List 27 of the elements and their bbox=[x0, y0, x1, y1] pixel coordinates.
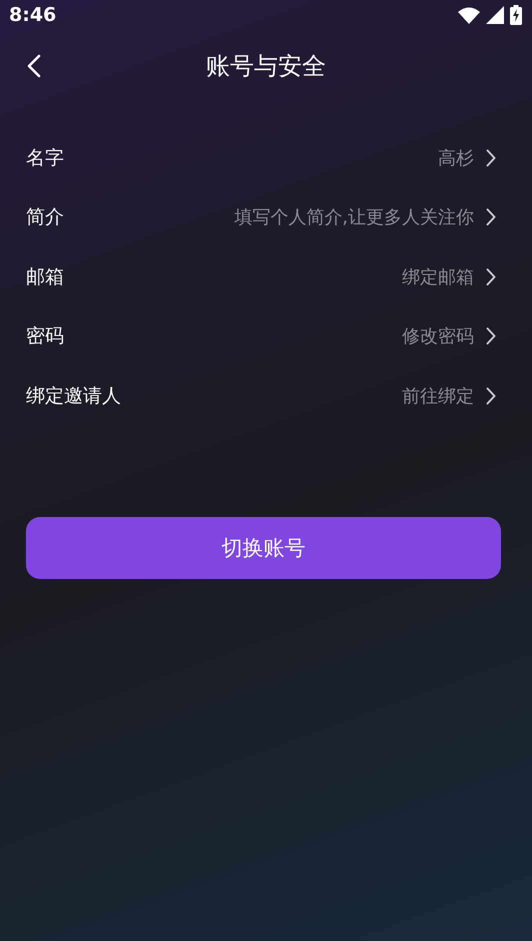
settings-row[interactable]: 简介 填写个人简介,让更多人关注你 bbox=[0, 188, 532, 247]
row-value: 修改密码 bbox=[402, 325, 474, 348]
chevron-icon bbox=[486, 148, 496, 167]
wifi-icon bbox=[458, 6, 480, 24]
page-title: 账号与安全 bbox=[206, 51, 326, 82]
switch-account-button[interactable]: 切换账号 bbox=[26, 516, 501, 578]
chevron-icon bbox=[486, 327, 496, 346]
status-time: 8:46 bbox=[9, 4, 56, 26]
chevron-icon bbox=[486, 208, 496, 226]
settings-row[interactable]: 邮箱 绑定邮箱 bbox=[0, 247, 532, 306]
row-label: 名字 bbox=[26, 146, 64, 171]
signal-icon bbox=[486, 6, 504, 24]
chevron-icon bbox=[486, 268, 496, 286]
settings-row[interactable]: 名字 高杉 bbox=[0, 128, 532, 188]
battery-icon bbox=[510, 5, 522, 25]
row-label: 密码 bbox=[26, 324, 64, 350]
settings-row[interactable]: 绑定邀请人 前往绑定 bbox=[0, 366, 532, 426]
row-label: 绑定邀请人 bbox=[26, 384, 121, 409]
row-value: 填写个人简介,让更多人关注你 bbox=[234, 206, 474, 230]
row-value: 前往绑定 bbox=[402, 384, 474, 408]
row-value: 高杉 bbox=[438, 146, 474, 170]
chevron-icon bbox=[486, 386, 496, 405]
row-label: 邮箱 bbox=[26, 264, 64, 290]
back-icon[interactable] bbox=[26, 54, 42, 78]
settings-row[interactable]: 密码 修改密码 bbox=[0, 306, 532, 366]
row-value: 绑定邮箱 bbox=[402, 266, 474, 289]
row-label: 简介 bbox=[26, 205, 64, 230]
